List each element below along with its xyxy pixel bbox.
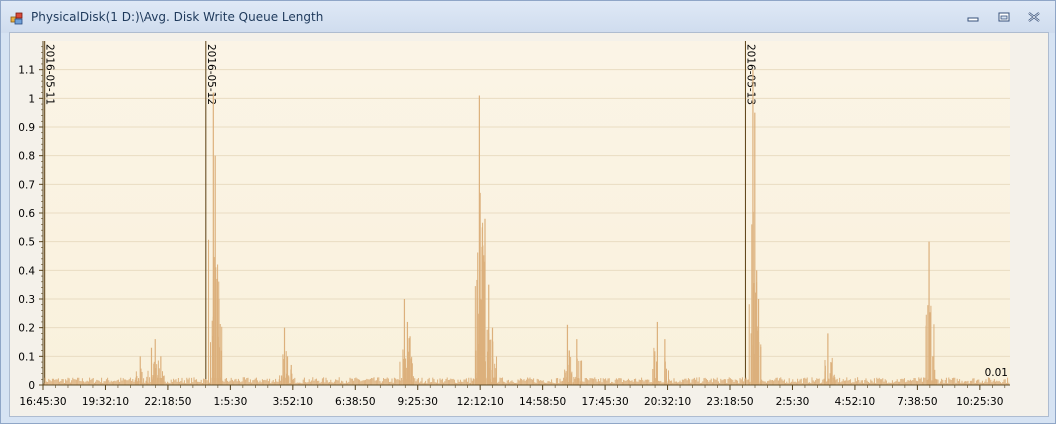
x-tick-label: 2:5:30 [776,396,810,408]
x-tick-label: 19:32:10 [82,396,129,408]
window-title: PhysicalDisk(1 D:)\Avg. Disk Write Queue… [31,10,324,24]
date-marker-label: 2016-05-12 [205,44,217,105]
date-marker-label: 2016-05-11 [44,44,56,105]
y-tick-label: 0.4 [18,265,35,277]
last-value-label: 0.01 [985,367,1008,379]
chart-client-area: 2016-05-11 2016-05-12 2016-05-13 0 0.1 0.2 0.… [9,32,1049,417]
date-marker-label: 2016-05-13 [744,44,756,105]
y-tick-label: 0.1 [18,351,35,363]
x-tick-label: 20:32:10 [644,396,691,408]
x-tick-label: 14:58:50 [519,396,566,408]
minimize-button[interactable] [963,9,983,25]
chart-svg: 2016-05-11 2016-05-12 2016-05-13 0 0.1 0.2 0.… [18,41,1010,408]
x-tick-label: 7:38:50 [897,396,937,408]
x-tick-label: 10:25:30 [956,396,1003,408]
chart-app-icon [10,10,24,25]
x-tick-label: 17:45:30 [582,396,629,408]
x-tick-label: 22:18:50 [144,396,191,408]
close-icon [1028,12,1040,22]
x-tick-label: 12:12:10 [457,396,504,408]
y-tick-label: 0.6 [18,208,35,220]
y-tick-label: 0.3 [18,294,35,306]
y-tick-label: 0.7 [18,179,35,191]
minimize-icon [967,17,979,22]
x-tick-label: 4:52:10 [835,396,875,408]
y-tick-label: 1 [28,93,35,105]
title-bar[interactable]: PhysicalDisk(1 D:)\Avg. Disk Write Queue… [1,1,1055,33]
x-tick-label: 3:52:10 [273,396,313,408]
y-tick-label: 0 [28,380,35,392]
y-tick-label: 0.9 [18,122,35,134]
restore-button[interactable] [994,9,1014,25]
x-tick-label: 16:45:30 [19,396,66,408]
restore-icon [998,12,1010,22]
y-tick-label: 0.5 [18,237,35,249]
x-tick-label: 9:25:30 [397,396,437,408]
close-button[interactable] [1024,9,1044,25]
y-tick-label: 0.8 [18,151,35,163]
x-tick-label: 6:38:50 [335,396,375,408]
chart-window: PhysicalDisk(1 D:)\Avg. Disk Write Queue… [0,0,1056,424]
x-tick-label: 1:5:30 [213,396,247,408]
x-tick-label: 23:18:50 [706,396,753,408]
y-tick-label: 0.2 [18,323,35,335]
y-tick-label: 1.1 [18,65,35,77]
